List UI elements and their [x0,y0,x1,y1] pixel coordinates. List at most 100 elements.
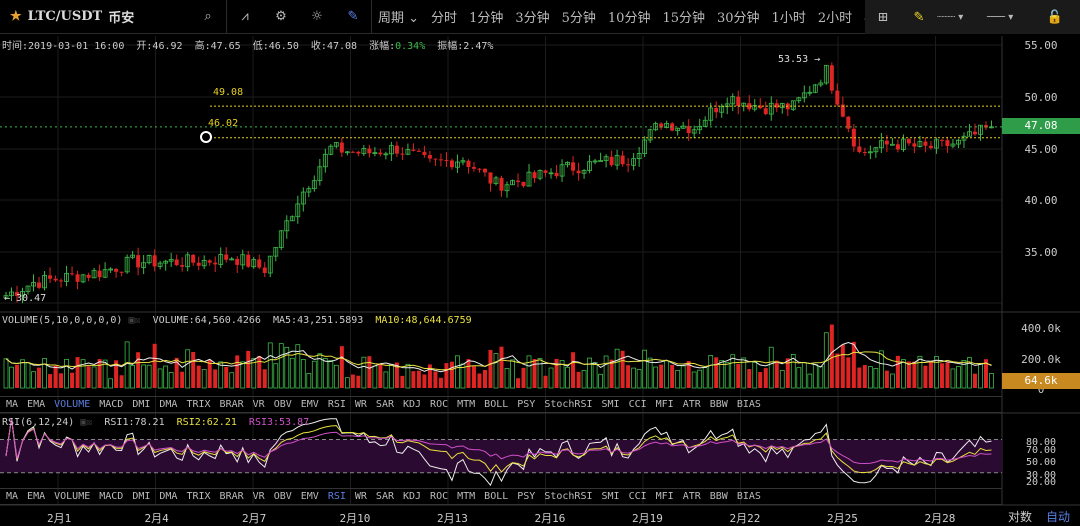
indicator-tab-mtm[interactable]: MTM [457,399,475,410]
indicator-tab-atr[interactable]: ATR [683,399,701,410]
candle-body [763,108,768,115]
volume-bar [768,346,774,389]
indicator-tab-emv[interactable]: EMV [301,491,319,502]
volume-bar [812,364,818,389]
volume-bar [807,373,813,389]
indicator-tab-ma[interactable]: MA [6,399,18,410]
indicator-tab-ma[interactable]: MA [6,491,18,502]
chart-canvas[interactable] [0,0,1080,526]
volume-bar [818,366,824,389]
volume-bar [9,366,14,389]
volume-bar [493,353,499,389]
indicator-tab-atr[interactable]: ATR [683,491,701,502]
volume-bar [972,373,977,388]
volume-bar [444,363,449,388]
close-icon[interactable]: ☒ [86,417,92,428]
volume-bar [322,358,328,389]
indicator-tab-stochrsi[interactable]: StochRSI [544,399,592,410]
indicator-tab-kdj[interactable]: KDJ [403,491,421,502]
indicator-tab-wr[interactable]: WR [355,399,367,410]
candle-body [521,181,526,187]
indicator-tab-macd[interactable]: MACD [99,399,123,410]
indicator-tab-obv[interactable]: OBV [274,491,292,502]
indicator-tab-ema[interactable]: EMA [27,399,45,410]
indicator-tab-sar[interactable]: SAR [376,399,394,410]
volume-bar [124,341,130,389]
log-scale-button[interactable]: 对数 [1008,508,1032,525]
volume-bar [532,359,537,388]
indicator-tab-psy[interactable]: PSY [517,399,535,410]
indicator-tab-psy[interactable]: PSY [517,491,535,502]
volume-bar [108,378,114,389]
indicator-tab-dmi[interactable]: DMI [132,399,150,410]
volume-bar [3,358,9,389]
volume-bar [801,362,807,389]
indicator-tab-macd[interactable]: MACD [99,491,123,502]
indicator-tab-rsi[interactable]: RSI [328,399,346,410]
volume-bar [196,365,201,388]
volume-bar [416,370,421,388]
volume-bar [631,367,637,389]
indicator-tab-bbw[interactable]: BBW [710,399,728,410]
indicator-tab-trix[interactable]: TRIX [186,399,210,410]
hline-label-1: 49.08 [213,87,244,98]
indicator-tab-mtm[interactable]: MTM [457,491,475,502]
indicator-tab-boll[interactable]: BOLL [484,491,508,502]
candle-body [939,139,944,141]
volume-bar [235,355,240,388]
volume-bar [939,363,944,388]
indicator-tab-roc[interactable]: ROC [430,491,448,502]
current-volume-tag: 64.6k [1002,373,1080,389]
indicator-tab-mfi[interactable]: MFI [656,399,674,410]
candle-body [438,159,443,161]
price-axis-40: 40.00 [1024,194,1058,207]
indicator-tab-kdj[interactable]: KDJ [403,399,421,410]
volume-bar [664,360,670,389]
indicator-tab-cci[interactable]: CCI [629,399,647,410]
volume-bar [383,371,389,389]
indicator-tab-roc[interactable]: ROC [430,399,448,410]
volume-bar [708,355,714,389]
indicator-tab-obv[interactable]: OBV [274,399,292,410]
indicator-tab-stochrsi[interactable]: StochRSI [544,491,592,502]
volume-bar [361,356,367,389]
indicator-tab-bbw[interactable]: BBW [710,491,728,502]
indicator-tab-trix[interactable]: TRIX [186,491,210,502]
indicator-tab-bias[interactable]: BIAS [737,491,761,502]
indicator-tab-mfi[interactable]: MFI [656,491,674,502]
ohlc-info: 时间:2019-03-01 16:00 开:46.92 高:47.65 低:46… [2,41,494,52]
volume-bar [180,371,185,388]
volume-bar [835,353,840,388]
close-icon[interactable]: ☒ [134,315,140,326]
indicator-tab-dmi[interactable]: DMI [132,491,150,502]
indicator-tab-sar[interactable]: SAR [376,491,394,502]
candle-body [482,168,487,173]
indicator-tabs-rsi: MA EMA VOLUME MACD DMI DMA TRIX BRAR VR OBV EMV RSI… [0,488,1002,505]
indicator-tab-smi[interactable]: SMI [602,399,620,410]
volume-bar [201,369,207,389]
rsi-axis-50: 50.00 [1025,457,1057,468]
indicator-tab-wr[interactable]: WR [355,491,367,502]
indicator-tab-smi[interactable]: SMI [602,491,620,502]
indicator-tab-dma[interactable]: DMA [159,399,177,410]
indicator-tabs-volume: MA EMA VOLUME MACD DMI DMA TRIX BRAR VR OBV EMV RSI… [0,396,1002,413]
volume-bar [873,368,879,389]
indicator-tab-vr[interactable]: VR [253,491,265,502]
indicator-tab-boll[interactable]: BOLL [484,399,508,410]
indicator-tab-vr[interactable]: VR [253,399,265,410]
indicator-tab-volume[interactable]: VOLUME [54,399,90,410]
indicator-tab-ema[interactable]: EMA [27,491,45,502]
volume-bar [300,359,306,389]
indicator-tab-brar[interactable]: BRAR [220,491,244,502]
volume-bar [388,363,394,389]
indicator-tab-rsi[interactable]: RSI [328,491,346,502]
indicator-tab-brar[interactable]: BRAR [220,399,244,410]
indicator-tab-volume[interactable]: VOLUME [54,491,90,502]
volume-bar [796,367,802,389]
indicator-tab-dma[interactable]: DMA [159,491,177,502]
volume-bar [213,369,218,388]
indicator-tab-emv[interactable]: EMV [301,399,319,410]
indicator-tab-bias[interactable]: BIAS [737,399,761,410]
indicator-tab-cci[interactable]: CCI [629,491,647,502]
auto-scale-button[interactable]: 自动 [1046,508,1070,525]
